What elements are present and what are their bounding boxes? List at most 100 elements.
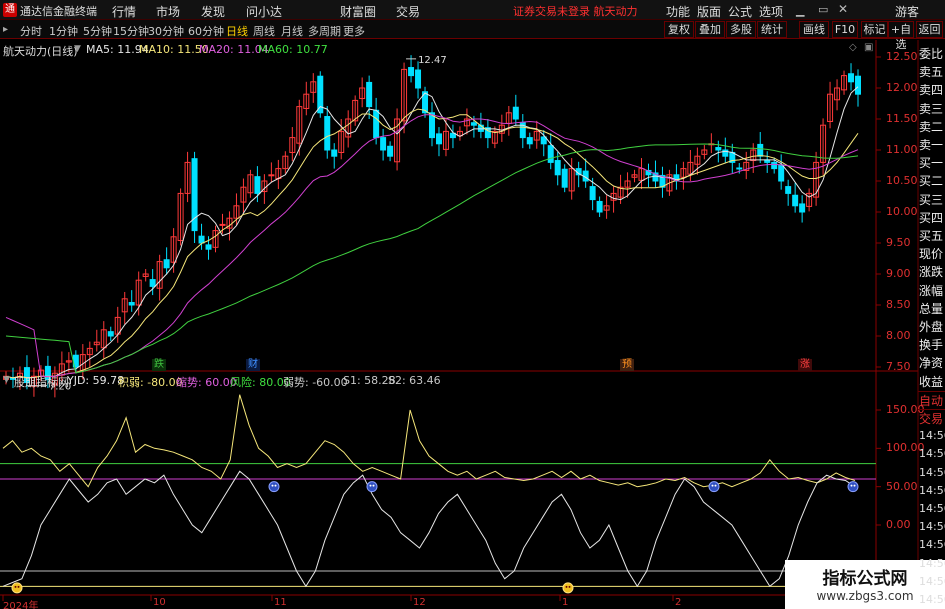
sidebar-item-2[interactable]: 卖四	[918, 81, 945, 99]
menu-function[interactable]: 功能	[666, 3, 690, 20]
tab-period-8[interactable]: 月线	[281, 23, 303, 39]
indicator-toggle-icon[interactable]: ▼	[3, 375, 10, 385]
event-marker-0[interactable]: 跌	[152, 359, 166, 371]
toolbar-button-7[interactable]: +自选	[888, 21, 914, 51]
menu-options[interactable]: 选项	[759, 3, 783, 20]
tab-period-4[interactable]: 30分钟	[148, 23, 184, 39]
sidebar-item-1[interactable]: 卖五	[918, 63, 945, 81]
event-marker-1[interactable]: 财	[246, 359, 260, 371]
close-icon[interactable]: ✕	[838, 2, 848, 16]
sidebar-item-20[interactable]: 交易	[918, 409, 945, 427]
sidebar-item-30[interactable]: 14:56	[918, 591, 945, 609]
sidebar-item-29[interactable]: 14:56	[918, 573, 945, 591]
sidebar-item-21[interactable]: 14:56	[918, 427, 945, 445]
tab-period-10[interactable]: 更多	[343, 23, 365, 39]
price-tick-label: 12.00	[886, 81, 918, 94]
sidebar-item-7[interactable]: 买二	[918, 172, 945, 190]
blue-signal-icon[interactable]	[708, 481, 720, 493]
sidebar-item-26[interactable]: 14:56	[918, 518, 945, 536]
candle	[631, 169, 638, 183]
toolbar-button-1[interactable]: 叠加	[695, 21, 725, 38]
restore-icon[interactable]: ▭	[818, 3, 828, 16]
sidebar-item-3[interactable]: 卖三	[918, 100, 945, 118]
minimize-icon[interactable]: ▁	[796, 4, 804, 17]
candle	[198, 223, 205, 250]
sidebar-item-11[interactable]: 现价	[918, 245, 945, 263]
menu-layout[interactable]: 版面	[697, 3, 721, 20]
toolbar-button-6[interactable]: 标记	[861, 21, 888, 38]
user-guest[interactable]: 游客	[895, 3, 919, 20]
menu-item-quotes[interactable]: 行情	[112, 3, 136, 20]
menu-item-trade[interactable]: 交易	[396, 3, 420, 20]
candle	[282, 151, 289, 174]
tab-period-7[interactable]: 周线	[253, 23, 275, 39]
toolbar-button-0[interactable]: 复权	[664, 21, 694, 38]
toolbar-button-4[interactable]: 画线	[799, 21, 829, 38]
sidebar-item-28[interactable]: 14:56	[918, 555, 945, 573]
tab-period-1[interactable]: 1分钟	[49, 23, 78, 39]
price-tick-label: 8.50	[886, 298, 911, 311]
toolbar-button-5[interactable]: F10	[832, 21, 858, 38]
candle	[638, 158, 645, 190]
sidebar-item-17[interactable]: 净资	[918, 354, 945, 372]
sidebar-item-16[interactable]: 换手	[918, 336, 945, 354]
tab-period-2[interactable]: 5分钟	[83, 23, 112, 39]
toolbar-button-8[interactable]: 返回	[916, 21, 943, 38]
menu-item-market[interactable]: 市场	[156, 3, 180, 20]
candle	[743, 151, 750, 180]
tab-period-0[interactable]: 分时	[20, 23, 42, 39]
toolbar-toggle-icon[interactable]: ▸	[3, 24, 8, 35]
sidebar-item-13[interactable]: 涨幅	[918, 282, 945, 300]
toolbar-button-2[interactable]: 多股	[726, 21, 756, 38]
candle	[163, 247, 170, 275]
menu-item-discover[interactable]: 发现	[201, 3, 225, 20]
tab-period-3[interactable]: 15分钟	[113, 23, 149, 39]
sidebar-item-0[interactable]: 委比	[918, 45, 945, 63]
candle	[380, 128, 387, 161]
sidebar-item-5[interactable]: 卖一	[918, 136, 945, 154]
menu-item-ask[interactable]: 问小达	[246, 3, 282, 20]
sidebar-item-27[interactable]: 14:56	[918, 536, 945, 554]
candle	[484, 119, 491, 149]
chart-settings-icon[interactable]: ◇	[849, 42, 857, 53]
indicator-value-1: 积弱: -80.00	[118, 376, 183, 389]
tab-period-6[interactable]: 日线	[226, 23, 248, 39]
sidebar-item-10[interactable]: 买五	[918, 227, 945, 245]
sidebar-item-18[interactable]: 收益	[918, 373, 945, 391]
yellow-signal-icon[interactable]	[11, 582, 23, 594]
event-marker-3[interactable]: 涨	[798, 359, 812, 371]
event-marker-2[interactable]: 预	[620, 359, 634, 371]
blue-signal-icon[interactable]	[847, 481, 859, 493]
candle	[834, 79, 841, 111]
app-logo-icon: 通	[3, 3, 17, 17]
price-tick-label: 10.00	[886, 205, 918, 218]
chart-area[interactable]: 12.477.20	[0, 40, 945, 609]
chart-maximize-icon[interactable]: ▣	[864, 42, 873, 53]
tab-period-5[interactable]: 60分钟	[188, 23, 224, 39]
sidebar-item-25[interactable]: 14:56	[918, 500, 945, 518]
sidebar-item-6[interactable]: 买一	[918, 154, 945, 172]
toolbar-button-3[interactable]: 统计	[757, 21, 787, 38]
menu-formula[interactable]: 公式	[728, 3, 752, 20]
candle	[422, 86, 429, 118]
sidebar-item-9[interactable]: 买四	[918, 209, 945, 227]
sidebar-item-15[interactable]: 外盘	[918, 318, 945, 336]
sidebar-item-23[interactable]: 14:56	[918, 464, 945, 482]
sidebar-item-4[interactable]: 卖二	[918, 118, 945, 136]
blue-signal-icon[interactable]	[268, 481, 280, 493]
sidebar-item-22[interactable]: 14:56	[918, 445, 945, 463]
yellow-signal-icon[interactable]	[562, 582, 574, 594]
legend-toggle-icon[interactable]: ▼	[74, 44, 81, 54]
candle	[324, 105, 331, 159]
blue-signal-icon[interactable]	[366, 481, 378, 493]
sidebar-item-19[interactable]: 自动	[918, 390, 945, 409]
menu-item-wealth[interactable]: 财富圈	[340, 3, 376, 20]
indicator-white-line	[2, 470, 856, 588]
candle	[184, 151, 191, 203]
tab-period-9[interactable]: 多周期	[308, 23, 341, 39]
sidebar-item-8[interactable]: 买三	[918, 191, 945, 209]
sidebar-item-12[interactable]: 涨跌	[918, 263, 945, 281]
sidebar-item-14[interactable]: 总量	[918, 300, 945, 318]
sidebar-item-24[interactable]: 14:56	[918, 482, 945, 500]
indicator-tick-label: 50.00	[886, 479, 918, 493]
